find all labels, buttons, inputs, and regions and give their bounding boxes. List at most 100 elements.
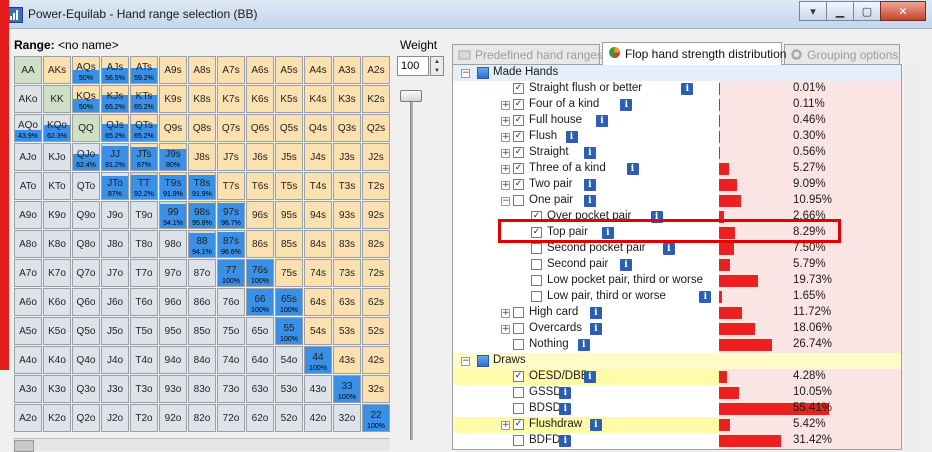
hand-cell-T5s[interactable]: T5s [275,172,303,200]
hand-cell-K7s[interactable]: K7s [217,85,245,113]
hand-cell-K5s[interactable]: K5s [275,85,303,113]
hand-cell-Q5s[interactable]: Q5s [275,114,303,142]
hand-cell-Q8o[interactable]: Q8o [72,230,100,258]
hand-cell-A2s[interactable]: A2s [362,56,390,84]
hand-cell-43s[interactable]: 43s [333,346,361,374]
hand-cell-33[interactable]: 33 100% [333,375,361,403]
hand-cell-Q7o[interactable]: Q7o [72,259,100,287]
expand-icon[interactable]: + [501,181,510,190]
hand-cell-T8s[interactable]: T8s 91.9% [188,172,216,200]
hand-cell-K4s[interactable]: K4s [304,85,332,113]
hand-cell-KQs[interactable]: KQs 50% [72,85,100,113]
hand-cell-AJo[interactable]: AJo [14,143,42,171]
hand-cell-66[interactable]: 66 100% [246,288,274,316]
hand-cell-AQo[interactable]: AQo 43.9% [14,114,42,142]
spin-up-icon[interactable]: ▲ [434,59,440,65]
hand-cell-95s[interactable]: 95s [275,201,303,229]
tab-flop-hand-strength-distribution[interactable]: Flop hand strength distribution [602,42,786,65]
hand-cell-K6o[interactable]: K6o [43,288,71,316]
horizontal-scrollbar[interactable] [14,438,390,452]
checkbox[interactable]: ✓ [513,163,524,174]
tree-row-one-pair[interactable]: − One pair i 10.95% [453,193,901,209]
hand-cell-22[interactable]: 22 100% [362,404,390,432]
hand-cell-K8o[interactable]: K8o [43,230,71,258]
scrollbar-thumb[interactable] [14,440,34,452]
tree-row-second-pair[interactable]: Second pair i 5.79% [453,257,901,273]
hand-cell-A2o[interactable]: A2o [14,404,42,432]
hand-cell-J7s[interactable]: J7s [217,143,245,171]
checkbox[interactable]: ✓ [513,147,524,158]
checkbox[interactable]: ✓ [513,371,524,382]
hand-cell-J5o[interactable]: J5o [101,317,129,345]
hand-cell-KJo[interactable]: KJo [43,143,71,171]
info-icon[interactable]: i [565,131,578,143]
hand-cell-JTo[interactable]: JTo 87% [101,172,129,200]
hand-cell-A4o[interactable]: A4o [14,346,42,374]
checkbox[interactable] [513,435,524,446]
tree-row-three-of-a-kind[interactable]: + ✓ Three of a kind i 5.27% [453,161,901,177]
hand-cell-92o[interactable]: 92o [159,404,187,432]
hand-cell-Q9o[interactable]: Q9o [72,201,100,229]
hand-cell-K9s[interactable]: K9s [159,85,187,113]
checkbox[interactable] [513,387,524,398]
hand-cell-98s[interactable]: 98s 95.8% [188,201,216,229]
hand-cell-J8o[interactable]: J8o [101,230,129,258]
checkbox[interactable] [531,275,542,286]
checkbox[interactable] [513,323,524,334]
hand-cell-A7o[interactable]: A7o [14,259,42,287]
hand-cell-65o[interactable]: 65o [246,317,274,345]
hand-cell-82o[interactable]: 82o [188,404,216,432]
hand-cell-84s[interactable]: 84s [304,230,332,258]
hand-cell-85o[interactable]: 85o [188,317,216,345]
collapse-icon[interactable]: − [461,69,470,78]
hand-cell-76o[interactable]: 76o [217,288,245,316]
hand-cell-KQo[interactable]: KQo 62.3% [43,114,71,142]
hand-cell-77[interactable]: 77 100% [217,259,245,287]
hand-cell-AQs[interactable]: AQs 50% [72,56,100,84]
hand-cell-63o[interactable]: 63o [246,375,274,403]
info-icon[interactable]: i [583,147,596,159]
hand-cell-94s[interactable]: 94s [304,201,332,229]
hand-cell-K4o[interactable]: K4o [43,346,71,374]
hand-cell-Q4s[interactable]: Q4s [304,114,332,142]
hand-cell-A9s[interactable]: A9s [159,56,187,84]
checkbox[interactable] [513,403,524,414]
info-icon[interactable]: i [583,179,596,191]
expand-icon[interactable]: + [501,149,510,158]
hand-cell-K2s[interactable]: K2s [362,85,390,113]
hand-cell-T9o[interactable]: T9o [130,201,158,229]
hand-cell-97o[interactable]: 97o [159,259,187,287]
tree-row-flushdraw[interactable]: + ✓ Flushdraw i 5.42% [453,417,901,433]
info-icon[interactable]: i [559,403,572,415]
hand-cell-96o[interactable]: 96o [159,288,187,316]
hand-cell-J3s[interactable]: J3s [333,143,361,171]
hand-cell-Q3s[interactable]: Q3s [333,114,361,142]
hand-cell-42o[interactable]: 42o [304,404,332,432]
hand-cell-AKs[interactable]: AKs [43,56,71,84]
hand-cell-73s[interactable]: 73s [333,259,361,287]
hand-cell-J9o[interactable]: J9o [101,201,129,229]
hand-cell-93o[interactable]: 93o [159,375,187,403]
checkbox[interactable] [531,259,542,270]
hand-cell-74o[interactable]: 74o [217,346,245,374]
hand-cell-76s[interactable]: 76s 100% [246,259,274,287]
hand-cell-J9s[interactable]: J9s 80% [159,143,187,171]
hand-cell-K6s[interactable]: K6s [246,85,274,113]
hand-cell-T2o[interactable]: T2o [130,404,158,432]
info-icon[interactable]: i [699,291,712,303]
hand-cell-83s[interactable]: 83s [333,230,361,258]
hand-cell-62o[interactable]: 62o [246,404,274,432]
hand-cell-Q2s[interactable]: Q2s [362,114,390,142]
hand-cell-Q8s[interactable]: Q8s [188,114,216,142]
checkbox[interactable] [513,195,524,206]
hand-cell-T7o[interactable]: T7o [130,259,158,287]
hand-cell-74s[interactable]: 74s [304,259,332,287]
hand-cell-44[interactable]: 44 100% [304,346,332,374]
hand-cell-JTs[interactable]: JTs 87% [130,143,158,171]
checkbox[interactable]: ✓ [513,99,524,110]
hand-cell-K3s[interactable]: K3s [333,85,361,113]
hand-cell-32s[interactable]: 32s [362,375,390,403]
tree-row-draws[interactable]: − Draws [453,353,901,369]
expand-icon[interactable]: + [501,309,510,318]
vertical-scrollbar[interactable] [904,64,920,450]
